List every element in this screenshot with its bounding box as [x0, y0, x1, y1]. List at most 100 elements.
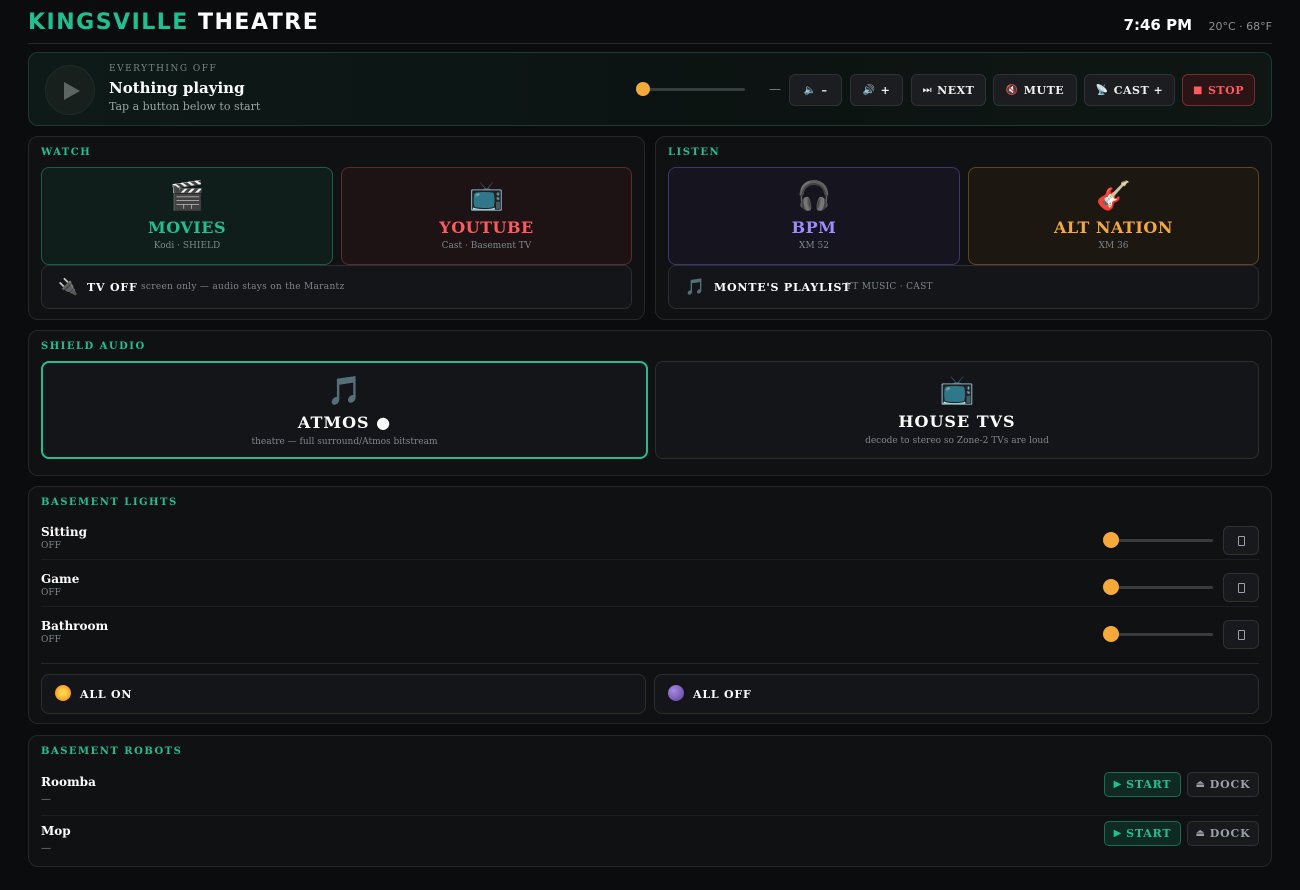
cast-label: CAST + [1113, 83, 1164, 97]
shield-audio-panel: SHIELD AUDIO 🎵 ATMOS ● theatre — full su… [28, 330, 1272, 476]
start-label: START [1126, 778, 1172, 791]
play-button[interactable] [45, 65, 95, 115]
playback-status: EVERYTHING OFF [109, 64, 218, 74]
robots-panel: BASEMENT ROBOTS Roomba — ▶ START ⏏ DOCK … [28, 735, 1272, 867]
volume-up-button[interactable]: 🔊 + [850, 74, 903, 106]
home-icon: ⏏ [1195, 779, 1206, 790]
stop-icon: ■ [1193, 84, 1203, 96]
bpm-sub: XM 52 [799, 241, 829, 251]
speaker-icon: 🔈 [803, 84, 817, 96]
listen-panel: LISTEN 🎧 BPM XM 52 🎸 ALT NATION XM 36 🎵 … [655, 136, 1272, 320]
robot-dock-button[interactable]: ⏏ DOCK [1187, 821, 1259, 846]
robot-start-button[interactable]: ▶ START [1104, 772, 1181, 797]
light-toggle-button[interactable] [1223, 620, 1259, 649]
volume-down-button[interactable]: 🔈 – [789, 74, 842, 106]
sun-icon [55, 685, 71, 701]
light-name: Bathroom [41, 619, 109, 633]
volume-slider[interactable] [636, 82, 745, 96]
alt-nation-button[interactable]: 🎸 ALT NATION XM 36 [968, 167, 1259, 265]
playlist-sub: YT MUSIC · CAST [846, 282, 933, 292]
light-state: OFF [41, 541, 61, 551]
guitar-icon: 🎸 [1096, 179, 1131, 212]
youtube-label: YOUTUBE [439, 218, 534, 237]
bpm-button[interactable]: 🎧 BPM XM 52 [668, 167, 960, 265]
watch-title: WATCH [41, 147, 92, 158]
cast-button[interactable]: 📡 CAST + [1084, 74, 1175, 106]
robot-start-button[interactable]: ▶ START [1104, 821, 1181, 846]
slider-knob[interactable] [1103, 579, 1119, 595]
speaker-loud-icon: 🔊 [862, 84, 876, 96]
lights-panel: BASEMENT LIGHTS Sitting OFF Game OFF Bat… [28, 486, 1272, 724]
light-row: Game OFF [41, 560, 1259, 607]
robot-name: Mop [41, 824, 71, 838]
alt-nation-sub: XM 36 [1098, 241, 1129, 251]
bulb-icon [1238, 583, 1245, 593]
now-playing-title: Nothing playing [109, 79, 245, 97]
all-off-button[interactable]: ALL OFF [654, 674, 1259, 714]
robot-state: — [41, 794, 51, 805]
watch-panel: WATCH 🎬 MOVIES Kodi · SHIELD 📺 YOUTUBE C… [28, 136, 645, 320]
start-label: START [1126, 827, 1172, 840]
playlist-button[interactable]: 🎵 MONTE'S PLAYLIST YT MUSIC · CAST [668, 265, 1259, 309]
lights-title: BASEMENT LIGHTS [41, 497, 178, 508]
robot-row: Mop — ▶ START ⏏ DOCK [41, 816, 1259, 865]
brand-part1: KINGSVILLE [28, 10, 189, 35]
light-name: Sitting [41, 525, 87, 539]
house-tvs-button[interactable]: 📺 HOUSE TVS decode to stereo so Zone-2 T… [655, 361, 1259, 459]
music-note-icon: 🎵 [685, 277, 705, 296]
light-dimmer-slider[interactable] [1103, 579, 1213, 595]
tv-off-button[interactable]: 🔌 TV OFF screen only — audio stays on th… [41, 265, 632, 309]
volume-knob[interactable] [636, 82, 650, 96]
play-icon: ▶ [1113, 828, 1123, 839]
robot-name: Roomba [41, 775, 96, 789]
tv-icon: 📺 [939, 373, 975, 406]
divider [41, 663, 1259, 664]
movies-button[interactable]: 🎬 MOVIES Kodi · SHIELD [41, 167, 333, 265]
mute-icon: 🔇 [1005, 84, 1019, 96]
slider-knob[interactable] [1103, 532, 1119, 548]
light-state: OFF [41, 635, 61, 645]
bulb-icon [1238, 630, 1245, 640]
movies-sub: Kodi · SHIELD [153, 241, 221, 251]
tv-off-label: TV OFF [87, 281, 138, 294]
headphones-icon: 🎧 [796, 179, 832, 212]
light-toggle-button[interactable] [1223, 526, 1259, 555]
all-on-button[interactable]: ALL ON [41, 674, 646, 714]
playlist-label: MONTE'S PLAYLIST [714, 281, 852, 294]
bulb-icon [1238, 536, 1245, 546]
music-notes-icon: 🎵 [327, 374, 362, 407]
clapper-icon: 🎬 [169, 179, 205, 212]
play-icon: ▶ [1113, 779, 1123, 790]
next-button[interactable]: ⏭ NEXT [911, 74, 986, 106]
house-tvs-sub: decode to stereo so Zone-2 TVs are loud [865, 436, 1049, 446]
light-dimmer-slider[interactable] [1103, 626, 1213, 642]
volume-value: — [769, 82, 781, 96]
alt-nation-label: ALT NATION [1054, 218, 1173, 237]
youtube-button[interactable]: 📺 YOUTUBE Cast · Basement TV [341, 167, 632, 265]
slider-knob[interactable] [1103, 626, 1119, 642]
robot-state: — [41, 843, 51, 854]
stop-button[interactable]: ■ STOP [1182, 74, 1255, 106]
play-icon [64, 82, 80, 100]
light-dimmer-slider[interactable] [1103, 532, 1213, 548]
mute-button[interactable]: 🔇 MUTE [993, 74, 1077, 106]
stop-label: STOP [1207, 83, 1244, 97]
all-off-label: ALL OFF [693, 688, 752, 701]
home-icon: ⏏ [1195, 828, 1206, 839]
bpm-label: BPM [791, 218, 837, 237]
robot-row: Roomba — ▶ START ⏏ DOCK [41, 767, 1259, 816]
house-tvs-label: HOUSE TVS [898, 412, 1016, 431]
dock-label: DOCK [1209, 778, 1251, 791]
brand-part2: THEATRE [198, 10, 320, 35]
robot-dock-button[interactable]: ⏏ DOCK [1187, 772, 1259, 797]
dock-label: DOCK [1209, 827, 1251, 840]
light-toggle-button[interactable] [1223, 573, 1259, 602]
shield-audio-title: SHIELD AUDIO [41, 341, 146, 352]
light-row: Bathroom OFF [41, 607, 1259, 654]
all-on-label: ALL ON [80, 688, 133, 701]
tv-icon: 📺 [469, 179, 504, 212]
cast-icon: 📡 [1095, 84, 1109, 96]
atmos-button[interactable]: 🎵 ATMOS ● theatre — full surround/Atmos … [41, 361, 648, 459]
atmos-sub: theatre — full surround/Atmos bitstream [251, 437, 438, 447]
light-row: Sitting OFF [41, 513, 1259, 560]
